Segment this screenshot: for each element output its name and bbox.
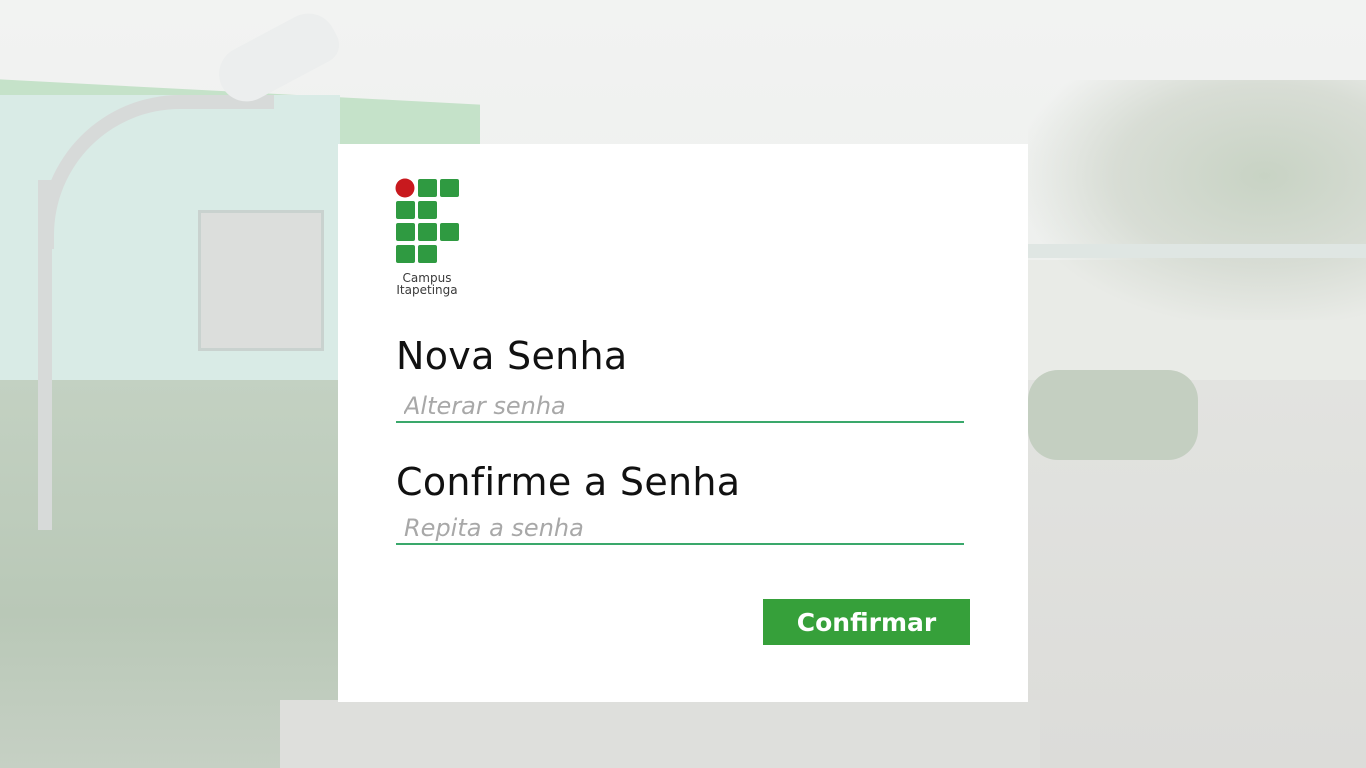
logo-caption: Campus Itapetinga — [391, 272, 463, 296]
new-password-label: Nova Senha — [396, 334, 628, 378]
path — [280, 700, 1040, 768]
trees-right — [1028, 80, 1366, 320]
canopy-roof — [1028, 244, 1366, 258]
ifbaiano-logo-icon — [395, 178, 459, 263]
confirm-button[interactable]: Confirmar — [763, 599, 970, 645]
confirm-password-label: Confirme a Senha — [396, 460, 741, 504]
new-password-input[interactable] — [396, 391, 964, 423]
logo: Campus Itapetinga — [395, 178, 461, 298]
password-card: Campus Itapetinga Nova Senha Confirme a … — [338, 144, 1028, 702]
logo-caption-line2: Itapetinga — [396, 283, 458, 297]
hedge-right — [1028, 370, 1198, 460]
confirm-password-input[interactable] — [396, 513, 964, 545]
